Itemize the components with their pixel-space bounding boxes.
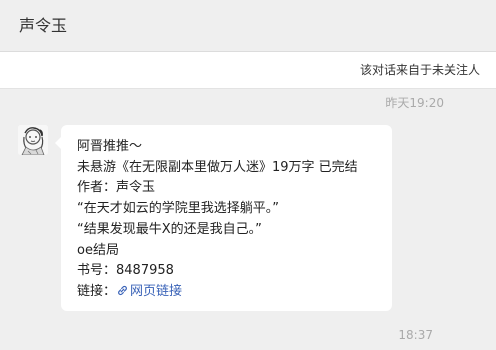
message-bubble[interactable]: 阿晋推推～ 未悬游《在无限副本里做万人迷》19万字 已完结 作者：声令玉 “在天… bbox=[55, 125, 392, 311]
notice-bar: 该对话来自于未关注人 bbox=[0, 52, 496, 89]
web-page-link[interactable]: 网页链接 bbox=[116, 284, 182, 299]
message-line: 未悬游《在无限副本里做万人迷》19万字 已完结 bbox=[77, 159, 358, 175]
message-line: 阿晋推推～ bbox=[77, 139, 143, 154]
message-line: “结果发现最牛X的还是我自己。” bbox=[77, 221, 262, 237]
message-line: 作者：声令玉 bbox=[77, 180, 156, 196]
link-label: 网页链接 bbox=[130, 283, 183, 299]
message-timestamp: 18:37 bbox=[398, 328, 433, 342]
chat-title: 声令玉 bbox=[19, 16, 68, 35]
message-link-line: 链接： 网页链接 bbox=[77, 282, 392, 305]
link-icon bbox=[116, 284, 129, 305]
message-line: “在天才如云的学院里我选择躺平。” bbox=[77, 201, 279, 217]
message-list[interactable]: 昨天19:20 阿晋推推～ 未悬游《在无限副本里做万人迷》19万字 已完结 作者… bbox=[0, 89, 496, 350]
link-prefix: 链接： bbox=[77, 283, 117, 299]
message-line: 书号：8487958 bbox=[77, 263, 174, 279]
chat-header: 声令玉 bbox=[0, 0, 496, 52]
unfollowed-notice: 该对话来自于未关注人 bbox=[359, 63, 480, 77]
message-line: oe结局 bbox=[77, 242, 119, 258]
message-timestamp: 昨天19:20 bbox=[385, 96, 444, 110]
avatar-sketch-icon bbox=[18, 125, 48, 155]
avatar[interactable] bbox=[18, 125, 48, 155]
